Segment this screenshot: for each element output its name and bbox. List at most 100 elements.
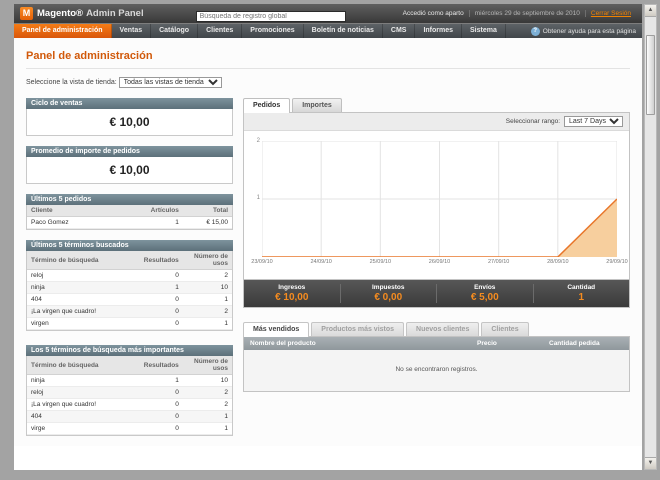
panel-title-lifetime-sales: Ciclo de ventas [26, 98, 233, 109]
table-header-row: Término de búsqueda Resultados Número de… [27, 251, 232, 270]
cell-uses: 2 [182, 269, 232, 282]
table-row: ¡La virgen que cuadro! 0 2 [27, 305, 232, 318]
nav-item-ventas[interactable]: Ventas [112, 24, 152, 38]
brand-name: Magento® [37, 8, 84, 19]
table-row: ninja 1 10 [27, 281, 232, 294]
store-view-label: Seleccione la vista de tienda: [26, 79, 117, 86]
scroll-up-button[interactable]: ▲ [645, 5, 656, 17]
global-search-input[interactable] [195, 10, 346, 22]
range-label: Seleccionar rango: [505, 118, 560, 125]
table-row: ¡La virgen que cuadro! 0 2 [27, 398, 232, 411]
header-date: miércoles 29 de septiembre de 2010 [470, 10, 586, 17]
logout-link[interactable]: Cerrar Sesión [586, 10, 636, 17]
cell-results: 0 [133, 410, 183, 423]
column-header-price: Precio [477, 340, 497, 347]
stat-impuestos: Impuestos € 0,00 [339, 284, 437, 303]
cell-uses: 1 [182, 293, 232, 306]
cell-uses: 2 [182, 305, 232, 318]
app-title: Admin Panel [86, 8, 144, 19]
range-bar: Seleccionar rango: Last 7 Days [244, 113, 629, 131]
scroll-thumb[interactable] [646, 35, 655, 115]
lifetime-sales-panel: Ciclo de ventas € 10,00 [26, 98, 233, 136]
table-header-row: Cliente Artículos Total [27, 205, 232, 217]
column-header: Resultados [133, 251, 183, 270]
page-title: Panel de administración [26, 44, 630, 69]
range-select[interactable]: Last 7 Days [564, 116, 623, 127]
cell-total: € 15,00 [182, 216, 232, 229]
cell-term: 404 [27, 293, 134, 306]
scroll-down-button[interactable]: ▼ [645, 457, 656, 469]
cell-items: 1 [133, 216, 183, 229]
panel-title-top-search: Los 5 términos de búsqueda más important… [26, 345, 233, 356]
average-orders-panel: Promedio de importe de pedidos € 10,00 [26, 146, 233, 184]
tab-nuevos-clientes[interactable]: Nuevos clientes [406, 322, 480, 336]
last-search-panel: Últimos 5 términos buscados Término de b… [26, 240, 233, 331]
admin-header: M Magento® Admin Panel Accedió como apar… [14, 4, 642, 23]
tab-pedidos[interactable]: Pedidos [243, 98, 291, 113]
nav-item-catalogo[interactable]: Catálogo [151, 24, 199, 38]
main-nav: Panel de administración Ventas Catálogo … [14, 23, 642, 38]
table-row: reloj 0 2 [27, 269, 232, 282]
tab-clientes[interactable]: Clientes [481, 322, 529, 336]
stat-value: € 5,00 [470, 292, 499, 303]
stat-value: 1 [578, 292, 585, 303]
column-header: Cliente [27, 205, 134, 217]
x-axis-label: 27/09/10 [487, 259, 510, 265]
chart-plot-svg [262, 141, 617, 257]
nav-item-boletin-noticias[interactable]: Boletín de noticias [304, 24, 383, 38]
y-axis-label: 2 [256, 138, 260, 144]
table-row: ninja 1 10 [27, 374, 232, 387]
average-orders-value: € 10,00 [109, 163, 150, 177]
table-row: 404 0 1 [27, 293, 232, 306]
cell-term: reloj [27, 269, 134, 282]
tab-mas-vendidos[interactable]: Más vendidos [243, 322, 310, 337]
scrollbar[interactable]: ▲ ▼ [644, 4, 657, 470]
orders-chart-card: Seleccionar rango: Last 7 Days 2 1 23/09… [243, 112, 630, 308]
nav-item-informes[interactable]: Informes [415, 24, 463, 38]
nav-item-sistema[interactable]: Sistema [462, 24, 506, 38]
cell-customer: Paco Gomez [27, 216, 134, 229]
top-search-table: Término de búsqueda Resultados Número de… [27, 356, 232, 435]
column-header: Término de búsqueda [27, 356, 134, 375]
dashboard-content: Panel de administración Seleccione la vi… [14, 38, 642, 446]
cell-term: 404 [27, 410, 134, 423]
table-row: Paco Gomez 1 € 15,00 [27, 216, 232, 229]
y-axis-label: 1 [256, 195, 260, 201]
cell-term: ¡La virgen que cuadro! [27, 305, 134, 318]
totals-bar: Ingresos € 10,00 Impuestos € 0,00 Envíos… [244, 279, 629, 307]
nav-item-promociones[interactable]: Promociones [242, 24, 304, 38]
help-link[interactable]: ? Obtener ayuda para esta página [530, 24, 642, 38]
cell-results: 0 [133, 386, 183, 399]
tab-importes[interactable]: Importes [292, 98, 342, 112]
cell-uses: 1 [182, 410, 232, 423]
table-row: reloj 0 2 [27, 386, 232, 399]
products-tabs: Más vendidos Productos más vistos Nuevos… [243, 322, 630, 337]
nav-item-cms[interactable]: CMS [383, 24, 416, 38]
empty-message: No se encontraron registros. [244, 350, 629, 391]
nav-item-panel-administracion[interactable]: Panel de administración [14, 24, 112, 38]
cell-results: 0 [133, 398, 183, 411]
store-view-select[interactable]: Todas las vistas de tienda [118, 77, 222, 88]
column-header: Resultados [133, 356, 183, 375]
cell-uses: 1 [182, 317, 232, 330]
last-search-table: Término de búsqueda Resultados Número de… [27, 251, 232, 330]
tab-productos-mas-vistos[interactable]: Productos más vistos [311, 322, 405, 336]
cell-results: 1 [133, 374, 183, 387]
x-axis-label: 24/09/10 [310, 259, 332, 265]
help-link-label: Obtener ayuda para esta página [542, 27, 636, 35]
table-row: virgen 0 1 [27, 317, 232, 330]
stat-value: € 10,00 [275, 292, 309, 303]
cell-uses: 1 [182, 422, 232, 435]
magento-logo-icon: M [20, 7, 33, 20]
cell-results: 0 [133, 293, 183, 306]
nav-item-clientes[interactable]: Clientes [198, 24, 243, 38]
cell-term: ninja [27, 281, 134, 294]
panel-title-average-orders: Promedio de importe de pedidos [26, 146, 233, 157]
stat-label: Impuestos [371, 284, 405, 291]
cell-uses: 10 [182, 374, 232, 387]
column-header: Término de búsqueda [27, 251, 134, 270]
dashboard-main-column: Pedidos Importes Seleccionar rango: Last… [243, 98, 630, 392]
dashboard-left-column: Ciclo de ventas € 10,00 Promedio de impo… [26, 98, 233, 446]
column-header-product: Nombre del producto [250, 340, 316, 347]
stat-label: Envíos [474, 284, 496, 291]
